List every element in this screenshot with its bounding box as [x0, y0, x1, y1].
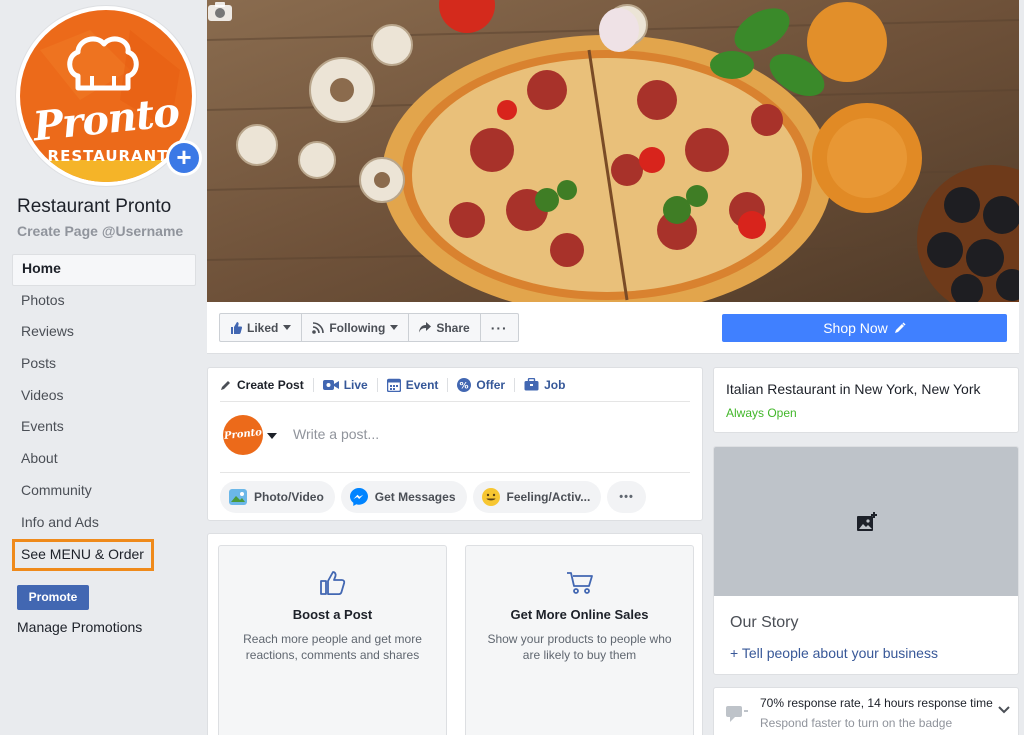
more-options-button[interactable]: ··· — [481, 314, 518, 341]
cover-photo[interactable] — [207, 0, 1019, 302]
tab-create-post[interactable]: Create Post — [220, 377, 314, 392]
photo-icon — [229, 489, 247, 505]
plus-icon: + — [169, 143, 199, 173]
sidebar-item-photos[interactable]: Photos — [12, 286, 196, 318]
share-arrow-icon — [419, 322, 432, 333]
following-label: Following — [329, 320, 386, 335]
more-icon: ••• — [619, 491, 634, 503]
sidebar-item-info-and-ads[interactable]: Info and Ads — [12, 508, 196, 540]
page-title: Restaurant Pronto — [17, 196, 172, 217]
avatar-logo-text: Pronto — [223, 427, 263, 442]
pencil-icon — [894, 322, 906, 333]
business-hours: Always Open — [726, 406, 797, 420]
business-category: Italian Restaurant in New York, New York — [726, 381, 981, 397]
tab-label: Live — [343, 377, 368, 392]
our-story-title: Our Story — [730, 614, 799, 631]
rss-icon — [312, 321, 325, 334]
create-username-link[interactable]: Create Page @Username — [17, 223, 183, 239]
tab-label: Event — [405, 377, 439, 392]
chevron-down-icon — [390, 325, 399, 330]
sidebar-item-home[interactable]: Home — [12, 254, 196, 286]
share-label: Share — [436, 320, 470, 335]
add-profile-photo-button[interactable]: + — [166, 140, 202, 176]
write-post-input[interactable]: Write a post... — [293, 426, 379, 442]
promo-description: Show your products to people who are lik… — [487, 632, 672, 662]
promotion-suggestions: Boost a Post Reach more people and get m… — [207, 533, 703, 735]
promo-title: Boost a Post — [292, 607, 373, 622]
more-icon: ··· — [490, 319, 508, 336]
page-actions: Liked Following Share ··· — [219, 313, 519, 342]
responsiveness-card: 70% response rate, 14 hours response tim… — [713, 687, 1019, 735]
sidebar-item-community[interactable]: Community — [12, 476, 196, 508]
chevron-down-icon — [283, 325, 292, 330]
liked-label: Liked — [247, 320, 279, 335]
left-sidebar: Pronto RESTAURANT + Restaurant Pronto Cr… — [0, 0, 207, 735]
tab-label: Create Post — [237, 377, 304, 392]
tab-live[interactable]: Live — [314, 377, 378, 392]
promo-title: Get More Online Sales — [510, 607, 649, 622]
sidebar-item-see-menu-order[interactable]: See MENU & Order — [12, 539, 154, 571]
photo-video-button[interactable]: Photo/Video — [220, 481, 335, 513]
calendar-icon — [386, 378, 401, 392]
camera-icon[interactable] — [207, 0, 233, 22]
tab-offer[interactable]: % Offer — [448, 377, 516, 392]
pill-label: Photo/Video — [254, 490, 324, 504]
about-summary-card: Italian Restaurant in New York, New York… — [713, 367, 1019, 433]
tell-about-business-link[interactable]: + Tell people about your business — [730, 645, 938, 661]
add-story-photo-button[interactable] — [714, 447, 1018, 596]
avatar: Pronto — [223, 415, 263, 455]
promo-description: Reach more people and get more reactions… — [243, 632, 422, 662]
our-story-card: Our Story + Tell people about your busin… — [713, 446, 1019, 675]
response-rate: 70% response rate, 14 hours response tim… — [760, 696, 993, 710]
sidebar-item-events[interactable]: Events — [12, 412, 196, 444]
sidebar-item-about[interactable]: About — [12, 444, 196, 476]
tab-event[interactable]: Event — [378, 377, 449, 392]
following-button[interactable]: Following — [302, 314, 410, 341]
briefcase-icon — [524, 378, 539, 391]
boost-post-card[interactable]: Boost a Post Reach more people and get m… — [218, 545, 447, 735]
page-nav: Home Photos Reviews Posts Videos Events … — [12, 254, 196, 571]
pencil-icon — [221, 380, 230, 390]
liked-button[interactable]: Liked — [220, 314, 303, 341]
cart-icon — [567, 572, 593, 594]
thumbs-up-icon — [231, 321, 242, 334]
online-sales-card[interactable]: Get More Online Sales Show your products… — [465, 545, 694, 735]
thumbs-up-icon — [320, 571, 346, 595]
svg-text:%: % — [460, 381, 469, 391]
message-bubble-icon — [726, 706, 748, 722]
chevron-down-icon[interactable] — [267, 433, 277, 439]
sidebar-item-posts[interactable]: Posts — [12, 349, 196, 381]
promote-button[interactable]: Promote — [17, 585, 89, 610]
messenger-icon — [349, 488, 368, 506]
sidebar-item-videos[interactable]: Videos — [12, 381, 196, 413]
smiley-icon — [481, 488, 500, 506]
add-photo-icon — [857, 511, 877, 531]
video-icon — [322, 379, 339, 390]
composer-actions: Photo/Video Get Messages Feeling/Activ..… — [220, 481, 646, 513]
tab-label: Offer — [476, 377, 506, 392]
divider — [220, 472, 690, 473]
more-actions-button[interactable]: ••• — [607, 481, 646, 513]
pizza-cover-image — [207, 0, 1019, 302]
get-messages-button[interactable]: Get Messages — [340, 481, 467, 513]
manage-promotions-link[interactable]: Manage Promotions — [17, 619, 142, 635]
profile-picture[interactable]: Pronto RESTAURANT + — [16, 6, 202, 186]
pill-label: Get Messages — [374, 490, 456, 504]
chevron-down-icon[interactable] — [998, 706, 1010, 714]
pill-label: Feeling/Activ... — [506, 490, 591, 504]
response-tip: Respond faster to turn on the badge — [760, 716, 953, 730]
offer-icon: % — [457, 377, 472, 392]
page-action-bar: Liked Following Share ··· Shop Now — [207, 302, 1019, 354]
tab-job[interactable]: Job — [515, 378, 574, 392]
post-composer: Create Post Live Event % Offer Job Pront… — [207, 367, 703, 521]
composer-tabs: Create Post Live Event % Offer Job — [220, 368, 690, 402]
tab-label: Job — [544, 377, 566, 392]
feeling-activity-button[interactable]: Feeling/Activ... — [472, 481, 602, 513]
shop-now-button[interactable]: Shop Now — [722, 314, 1007, 342]
share-button[interactable]: Share — [409, 314, 481, 341]
sidebar-item-reviews[interactable]: Reviews — [12, 317, 196, 349]
shop-now-label: Shop Now — [823, 320, 888, 336]
